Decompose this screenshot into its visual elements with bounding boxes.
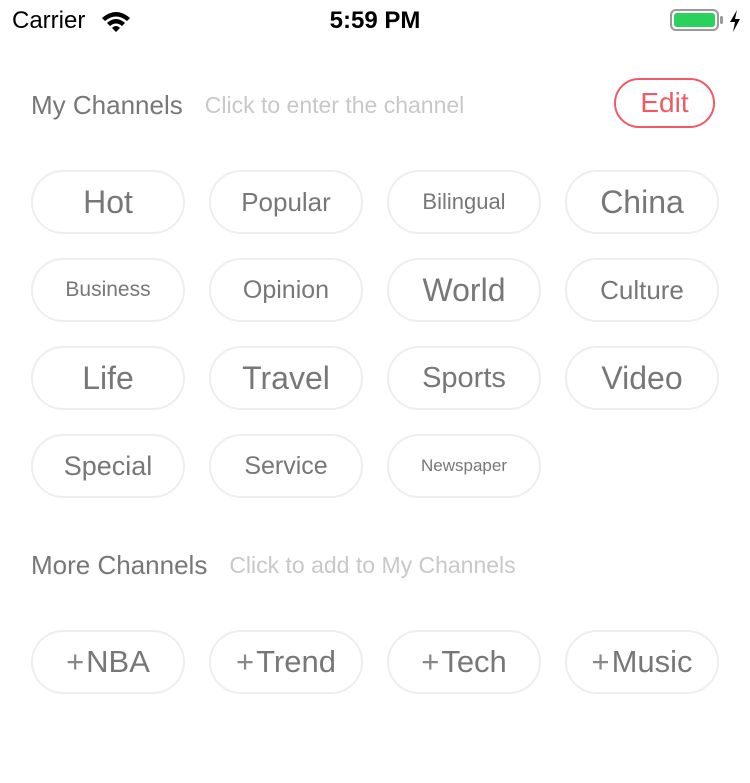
channel-chip-label: Bilingual bbox=[422, 189, 506, 214]
channel-chip-travel[interactable]: Travel bbox=[209, 346, 363, 410]
channel-chip-label: Life bbox=[82, 359, 134, 396]
plus-icon: + bbox=[66, 644, 85, 679]
add-channel-chip-nba[interactable]: + NBA bbox=[31, 630, 185, 694]
channel-chip-label: Travel bbox=[242, 359, 330, 396]
add-channel-chip-label: Tech bbox=[441, 644, 507, 679]
channel-chip-popular[interactable]: Popular bbox=[209, 170, 363, 234]
battery-icon bbox=[670, 9, 723, 31]
clock-time: 5:59 PM bbox=[329, 7, 421, 34]
my-channels-header: My Channels Click to enter the channel bbox=[31, 85, 464, 125]
plus-icon: + bbox=[591, 644, 610, 679]
add-channel-chip-trend[interactable]: + Trend bbox=[209, 630, 363, 694]
channel-chip-label: Video bbox=[601, 359, 683, 396]
charging-bolt-icon bbox=[730, 10, 740, 32]
channel-chip-service[interactable]: Service bbox=[209, 434, 363, 498]
add-channel-chip-label: NBA bbox=[86, 644, 150, 679]
channel-chip-label: Special bbox=[63, 450, 153, 481]
plus-icon: + bbox=[421, 644, 440, 679]
add-channel-chip-label: Music bbox=[611, 644, 693, 679]
add-channel-chip-music[interactable]: + Music bbox=[565, 630, 719, 694]
edit-button[interactable]: Edit bbox=[614, 78, 715, 128]
channel-chip-label: Sports bbox=[422, 361, 506, 394]
channel-chip-special[interactable]: Special bbox=[31, 434, 185, 498]
channel-chip-label: Business bbox=[65, 278, 151, 301]
my-channels-grid: Hot Popular Bilingual China Business Opinion W… bbox=[31, 170, 719, 498]
channel-chip-label: Culture bbox=[600, 274, 684, 305]
channel-chip-world[interactable]: World bbox=[387, 258, 541, 322]
channel-chip-label: Service bbox=[244, 451, 328, 480]
channel-chip-label: World bbox=[422, 271, 506, 308]
add-channel-chip-label: Trend bbox=[256, 644, 336, 679]
channel-chip-opinion[interactable]: Opinion bbox=[209, 258, 363, 322]
channel-chip-label: Hot bbox=[83, 183, 133, 220]
channel-chip-label: Opinion bbox=[242, 275, 330, 304]
channel-chip-culture[interactable]: Culture bbox=[565, 258, 719, 322]
channel-chip-newspaper[interactable]: Newspaper bbox=[387, 434, 541, 498]
more-channels-title: More Channels bbox=[31, 549, 208, 580]
channel-chip-label: Popular bbox=[241, 186, 331, 217]
my-channels-hint: Click to enter the channel bbox=[204, 91, 465, 118]
channel-chip-label: China bbox=[600, 183, 684, 220]
add-channel-chip-tech[interactable]: + Tech bbox=[387, 630, 541, 694]
more-channels-header: More Channels Click to add to My Channel… bbox=[31, 545, 516, 585]
channel-chip-video[interactable]: Video bbox=[565, 346, 719, 410]
channel-chip-sports[interactable]: Sports bbox=[387, 346, 541, 410]
my-channels-title: My Channels bbox=[31, 89, 183, 120]
channel-chip-hot[interactable]: Hot bbox=[31, 170, 185, 234]
status-bar: Carrier 5:59 PM bbox=[0, 0, 750, 42]
plus-icon: + bbox=[236, 644, 255, 679]
channel-chip-life[interactable]: Life bbox=[31, 346, 185, 410]
channel-chip-china[interactable]: China bbox=[565, 170, 719, 234]
channel-chip-label: Newspaper bbox=[421, 456, 507, 475]
more-channels-hint: Click to add to My Channels bbox=[229, 551, 516, 578]
channel-chip-business[interactable]: Business bbox=[31, 258, 185, 322]
channel-chip-bilingual[interactable]: Bilingual bbox=[387, 170, 541, 234]
more-channels-grid: + NBA + Trend + Tech + Music bbox=[31, 630, 719, 694]
